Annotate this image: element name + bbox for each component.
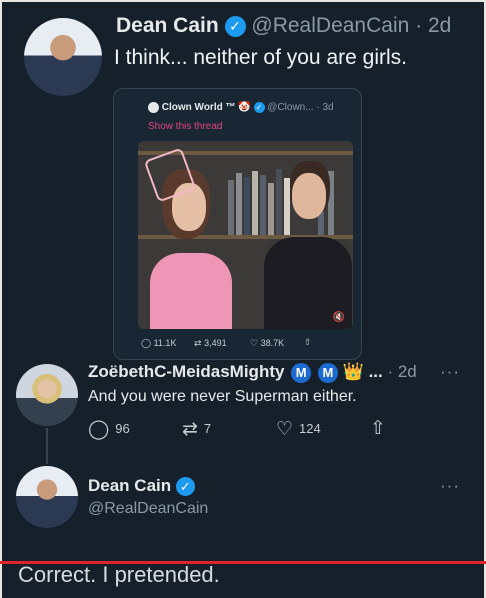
reply-button[interactable]: ◯ 96: [88, 418, 130, 441]
more-icon[interactable]: ···: [440, 362, 460, 382]
tweet1-author-name[interactable]: Dean Cain: [116, 14, 219, 37]
thread-connector-line: [46, 428, 48, 464]
more-icon[interactable]: ···: [440, 476, 460, 496]
quote-retweet-stat[interactable]: ⇄ 3,491: [194, 338, 227, 349]
video-thumbnail[interactable]: 🔇: [138, 141, 353, 329]
tweet1-header: Dean Cain ✓ @RealDeanCain · 2d: [116, 14, 451, 38]
reply-text: And you were never Superman either.: [88, 388, 357, 405]
clown-world-avatar: [148, 102, 159, 113]
meidas-badge-icon: M: [291, 362, 312, 383]
share-button[interactable]: ⇧: [370, 417, 392, 440]
quote-reply-stat[interactable]: ◯ 11.1K: [141, 338, 176, 349]
retweet-button[interactable]: ⇄ 7: [182, 418, 211, 441]
quote-header: Clown World ™ 🤡 ✓ @Clown... · 3d: [148, 102, 334, 113]
tweet1-handle[interactable]: @RealDeanCain: [251, 14, 409, 37]
share-icon[interactable]: ⇧: [304, 337, 312, 348]
clown-emoji-icon: 🤡: [238, 102, 251, 114]
quote-handle-time[interactable]: @Clown... · 3d: [267, 102, 333, 113]
heart-icon: ♡: [250, 338, 259, 348]
tweet2-text: Correct. I pretended.: [18, 562, 220, 587]
tweet1-text: I think... neither of you are girls.: [114, 46, 407, 69]
reply-time[interactable]: · 2d: [387, 362, 416, 381]
quote-author-name[interactable]: Clown World ™: [162, 102, 236, 113]
reply-author-name[interactable]: ZoëbethC-MeidasMighty: [88, 362, 284, 381]
heart-icon: ♡: [276, 419, 294, 440]
retweet-count: 7: [203, 420, 212, 436]
tweet2-header: Dean Cain ✓: [88, 476, 195, 497]
like-button[interactable]: ♡ 124: [276, 418, 321, 441]
tweet2-author-name[interactable]: Dean Cain: [88, 476, 171, 495]
meidas-badge-icon: M: [317, 362, 338, 383]
person-left: [143, 147, 232, 329]
avatar-zoebethc[interactable]: [16, 364, 78, 426]
person-right: [254, 161, 352, 329]
reply-header: ZoëbethC-MeidasMighty M M 👑 ... · 2d: [88, 362, 417, 383]
retweet-icon: ⇄: [182, 419, 198, 440]
quote-reply-count: 11.1K: [153, 338, 177, 348]
avatar-dean-cain[interactable]: [16, 466, 78, 528]
verified-icon: ✓: [224, 15, 246, 37]
share-icon: ⇧: [370, 418, 386, 439]
quoted-tweet-card[interactable]: Clown World ™ 🤡 ✓ @Clown... · 3d Show th…: [113, 88, 362, 360]
reply-name-truncation: ...: [368, 362, 383, 381]
tweet1-time[interactable]: · 2d: [415, 14, 451, 37]
like-count: 124: [299, 420, 321, 436]
reply-icon: ◯: [141, 338, 152, 348]
reply-icon: ◯: [88, 419, 110, 440]
tweet2-handle[interactable]: @RealDeanCain: [88, 500, 208, 518]
reply-count: 96: [115, 420, 130, 436]
crown-icon: 👑: [342, 362, 364, 381]
show-thread-link[interactable]: Show this thread: [148, 121, 223, 132]
red-divider-line: [0, 561, 486, 564]
quote-like-count: 38.7K: [260, 338, 285, 348]
avatar-dean-cain[interactable]: [24, 18, 102, 96]
quote-retweet-count: 3,491: [204, 338, 227, 348]
retweet-icon: ⇄: [194, 338, 202, 348]
volume-icon[interactable]: 🔇: [333, 312, 345, 323]
verified-icon: ✓: [253, 102, 265, 113]
quote-like-stat[interactable]: ♡ 38.7K: [250, 338, 284, 349]
verified-icon: ✓: [175, 477, 195, 497]
